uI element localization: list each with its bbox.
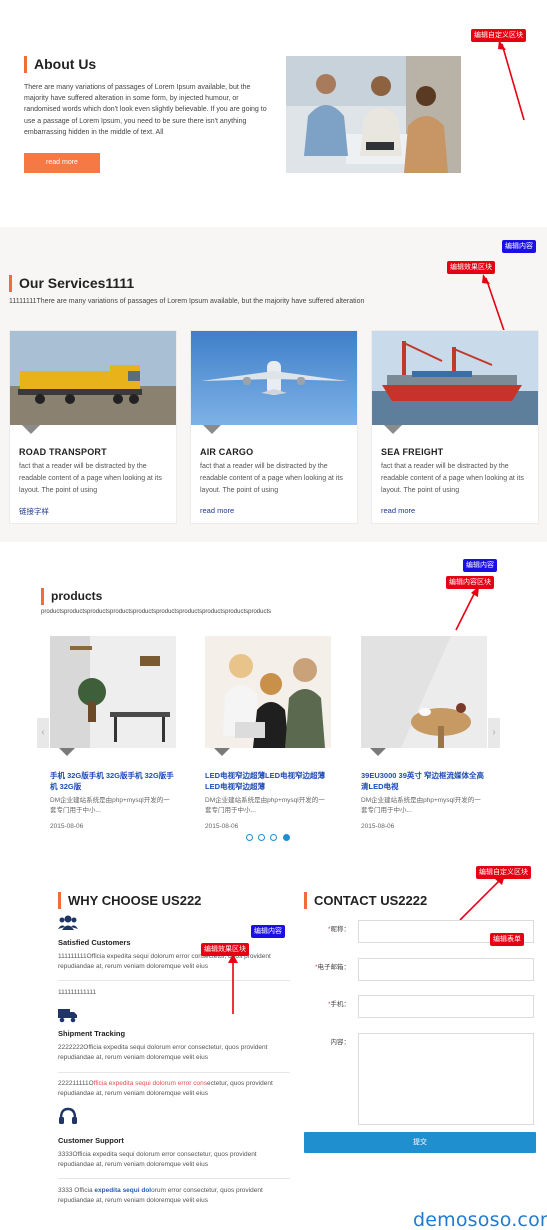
annotation-arrow (228, 954, 238, 1014)
card-notch (214, 748, 230, 756)
card-notch (203, 425, 221, 434)
service-link[interactable]: read more (200, 506, 234, 515)
service-card: AIR CARGO fact that a reader will be dis… (190, 330, 358, 524)
annotation-arrow (498, 40, 525, 121)
carousel-dot-active[interactable] (283, 834, 290, 841)
edit-effect-block-badge[interactable]: 编辑效果区块 (201, 943, 249, 956)
service-title: SEA FREIGHT (381, 447, 444, 457)
card-notch (370, 748, 386, 756)
about-text: There are many variations of passages of… (24, 84, 267, 136)
edit-effect-block-badge[interactable]: 编辑效果区块 (447, 261, 495, 274)
product-desc: DM企业建站系统是由php+mysql开发的一套专门用于中小... (361, 797, 481, 814)
about-read-more-button[interactable]: read more (24, 153, 100, 173)
product-card[interactable]: 39EU3000 39英寸 窄边框流媒体全高清LED电视 DM企业建站系统是由p… (361, 636, 487, 846)
edit-form-badge[interactable]: 编辑表单 (490, 933, 524, 946)
edit-content-badge[interactable]: 编辑内容 (463, 559, 497, 572)
product-date: 2015-08-06 (361, 823, 395, 830)
users-icon (58, 915, 78, 930)
why-extra-text: 3333 Officia (58, 1187, 95, 1194)
product-desc: DM企业建站系统是由php+mysql开发的一套专门用于中小... (50, 797, 170, 814)
service-desc: fact that a reader will be distracted by… (200, 463, 343, 494)
why-extra-highlight: fficia expedita sequi dolorum error cons (93, 1080, 207, 1087)
card-notch (22, 425, 40, 434)
phone-label: *手机： (310, 998, 350, 1008)
edit-content-badge[interactable]: 编辑内容 (502, 240, 536, 253)
why-item-text: 3333Officia expedita sequi dolorum error… (58, 1151, 257, 1168)
carousel-dot[interactable] (270, 834, 277, 841)
product-card[interactable]: LED电视窄边超薄LED电视窄边超薄LED电视窄边超薄 DM企业建站系统是由ph… (205, 636, 331, 846)
product-image (50, 636, 176, 748)
why-title: WHY CHOOSE US222 (58, 892, 201, 909)
annotation-arrow (455, 586, 479, 631)
service-link[interactable]: read more (381, 506, 415, 515)
label-text: 昵称： (330, 926, 351, 933)
services-subtitle: 11111111There are many variations of pas… (9, 298, 365, 305)
carousel-dot[interactable] (246, 834, 253, 841)
service-desc: fact that a reader will be distracted by… (381, 463, 524, 494)
card-notch (59, 748, 75, 756)
watermark: demososo.com (413, 1209, 547, 1230)
contact-title: CONTACT US2222 (304, 892, 427, 909)
service-link[interactable]: 链接字样 (19, 506, 49, 517)
card-notch (384, 425, 402, 434)
service-card: SEA FREIGHT fact that a reader will be d… (371, 330, 539, 524)
product-title[interactable]: 39EU3000 39英寸 窄边框流媒体全高清LED电视 (361, 771, 485, 792)
service-image-truck (10, 331, 176, 425)
name-label: *昵称： (310, 923, 350, 933)
divider (58, 1178, 290, 1179)
product-desc: DM企业建站系统是由php+mysql开发的一套专门用于中小... (205, 797, 325, 814)
why-item-extra: 3333 Officia expedita sequi dolorum erro… (58, 1186, 290, 1206)
content-textarea[interactable] (358, 1033, 534, 1125)
products-title: products (41, 588, 102, 605)
email-input[interactable] (358, 958, 534, 981)
label-text: 手机： (330, 1001, 351, 1008)
label-text: 电子邮箱： (317, 964, 351, 971)
headset-icon (59, 1107, 77, 1124)
service-card: ROAD TRANSPORT fact that a reader will b… (9, 330, 177, 524)
products-prev-button[interactable]: ‹ (37, 718, 49, 748)
edit-content-badge[interactable]: 编辑内容 (251, 925, 285, 938)
product-card[interactable]: 手机 32G版手机 32G版手机 32G版手机 32G版 DM企业建站系统是由p… (50, 636, 176, 846)
why-item-title: Shipment Tracking (58, 1029, 126, 1038)
services-title: Our Services1111 (9, 275, 134, 292)
service-desc: fact that a reader will be distracted by… (19, 463, 162, 494)
service-title: ROAD TRANSPORT (19, 447, 107, 457)
products-next-button[interactable]: › (488, 718, 500, 748)
submit-button[interactable]: 提交 (304, 1132, 536, 1153)
divider (58, 1072, 290, 1073)
service-image-plane (191, 331, 357, 425)
carousel-dot[interactable] (258, 834, 265, 841)
why-extra-highlight: expedita sequi dol (94, 1187, 152, 1194)
why-item-text: 111111111Officia expedita sequi dolorum … (58, 953, 271, 970)
why-item-extra: 222211111Officia expedita sequi dolorum … (58, 1079, 290, 1099)
products-subtitle: productsproductsproductsproductsproducts… (41, 609, 272, 615)
page: About Us There are many variations of pa… (0, 0, 547, 1230)
product-image (205, 636, 331, 748)
phone-input[interactable] (358, 995, 534, 1018)
content-label: 内容： (330, 1039, 351, 1046)
divider (58, 980, 290, 981)
about-title: About Us (24, 56, 96, 73)
why-item-title: Satisfied Customers (58, 938, 131, 947)
why-item-text: 2222222Officia expedita sequi dolorum er… (58, 1044, 268, 1061)
product-title[interactable]: LED电视窄边超薄LED电视窄边超薄LED电视窄边超薄 (205, 771, 329, 792)
why-extra-text: 222211111O (58, 1080, 94, 1087)
service-title: AIR CARGO (200, 447, 254, 457)
product-date: 2015-08-06 (50, 823, 84, 830)
product-date: 2015-08-06 (205, 823, 239, 830)
truck-icon (58, 1009, 77, 1023)
service-image-ship (372, 331, 538, 425)
why-item-title: Customer Support (58, 1136, 124, 1145)
email-label: *电子邮箱： (310, 961, 350, 971)
annotation-arrow (459, 875, 505, 921)
product-title[interactable]: 手机 32G版手机 32G版手机 32G版手机 32G版 (50, 771, 174, 792)
about-image (286, 56, 461, 173)
why-item-extra: 111111111111 (58, 989, 97, 996)
product-image (361, 636, 487, 748)
